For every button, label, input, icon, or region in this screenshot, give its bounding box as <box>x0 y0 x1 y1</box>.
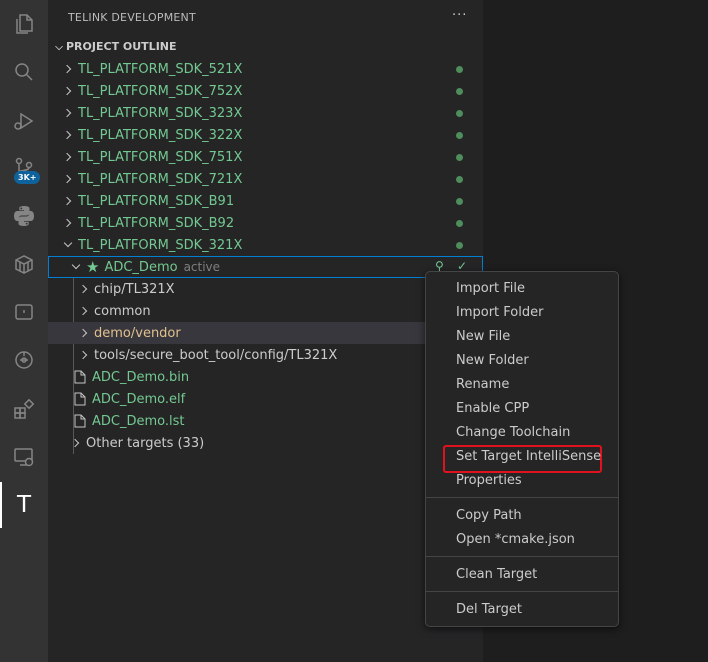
chevron-right-icon <box>78 305 90 317</box>
sidebar-title: TELINK DEVELOPMENT <box>68 11 196 24</box>
chevron-right-icon <box>78 327 90 339</box>
tree-item-folder[interactable]: demo/vendor <box>48 322 483 344</box>
chevron-right-icon <box>62 63 74 75</box>
menu-item-rename[interactable]: Rename <box>456 377 509 392</box>
tree-item-sdk[interactable]: TL_PLATFORM_SDK_322X <box>48 124 483 146</box>
tree-item-folder[interactable]: common <box>48 300 483 322</box>
status-dot <box>456 66 463 73</box>
tree-item-folder[interactable]: chip/TL321X <box>48 278 483 300</box>
menu-separator <box>426 497 618 498</box>
status-dot <box>456 88 463 95</box>
extensions-icon[interactable] <box>0 389 48 429</box>
remote-explorer-icon[interactable] <box>0 340 48 380</box>
tree-item-file[interactable]: ADC_Demo.lst <box>48 410 483 432</box>
chip-package-icon[interactable] <box>0 244 48 284</box>
file-icon <box>74 370 86 384</box>
chevron-down-icon: ⌵ <box>55 42 63 53</box>
chevron-down-icon <box>62 239 74 251</box>
status-dot <box>456 176 463 183</box>
tree-item-sdk[interactable]: TL_PLATFORM_SDK_321X <box>48 234 483 256</box>
chevron-right-icon <box>62 217 74 229</box>
chevron-right-icon <box>62 195 74 207</box>
tree-item-folder[interactable]: tools/secure_boot_tool/config/TL321X <box>48 344 483 366</box>
status-dot <box>456 220 463 227</box>
tree-item-sdk[interactable]: TL_PLATFORM_SDK_B92 <box>48 212 483 234</box>
status-dot <box>456 132 463 139</box>
tree-item-sdk[interactable]: TL_PLATFORM_SDK_751X <box>48 146 483 168</box>
search-icon[interactable] <box>0 52 48 92</box>
python-icon[interactable] <box>0 196 48 236</box>
telink-icon[interactable]: T <box>0 485 48 525</box>
tree-item-target[interactable]: ★ ADC_Demo active ⚲ ✓ <box>48 256 483 278</box>
menu-item-change-toolchain[interactable]: Change Toolchain <box>456 425 570 440</box>
tree-item-file[interactable]: ADC_Demo.elf <box>48 388 483 410</box>
menu-item-enable-cpp[interactable]: Enable CPP <box>456 401 529 416</box>
status-dot <box>456 110 463 117</box>
tree-item-sdk[interactable]: TL_PLATFORM_SDK_B91 <box>48 190 483 212</box>
chevron-right-icon <box>78 283 90 295</box>
file-icon <box>74 414 86 428</box>
context-menu: Import File Import Folder New File New F… <box>425 271 619 627</box>
tree-item-sdk[interactable]: TL_PLATFORM_SDK_521X <box>48 58 483 80</box>
menu-item-copy-path[interactable]: Copy Path <box>456 508 522 523</box>
menu-item-new-folder[interactable]: New Folder <box>456 353 529 368</box>
menu-item-del-target[interactable]: Del Target <box>456 602 522 617</box>
menu-item-new-file[interactable]: New File <box>456 329 510 344</box>
file-icon <box>74 392 86 406</box>
tree-item-file[interactable]: ADC_Demo.bin <box>48 366 483 388</box>
status-dot <box>456 242 463 249</box>
tree-item-sdk[interactable]: TL_PLATFORM_SDK_323X <box>48 102 483 124</box>
menu-item-import-folder[interactable]: Import Folder <box>456 305 543 320</box>
chevron-right-icon <box>62 129 74 141</box>
more-actions-icon[interactable]: ··· <box>452 8 467 23</box>
status-dot <box>456 198 463 205</box>
chevron-right-icon <box>62 85 74 97</box>
chevron-down-icon <box>70 261 82 273</box>
star-icon: ★ <box>86 258 100 276</box>
menu-item-clean-target[interactable]: Clean Target <box>456 567 537 582</box>
chevron-right-icon <box>70 437 82 449</box>
menu-item-import-file[interactable]: Import File <box>456 281 525 296</box>
run-debug-icon[interactable] <box>0 101 48 141</box>
device-icon[interactable] <box>0 292 48 332</box>
remote-window-icon[interactable] <box>0 437 48 477</box>
chevron-right-icon <box>62 107 74 119</box>
explorer-icon[interactable] <box>0 4 48 44</box>
section-header[interactable]: ⌵ PROJECT OUTLINE <box>52 40 176 53</box>
menu-separator <box>426 591 618 592</box>
sidebar: TELINK DEVELOPMENT ··· ⌵ PROJECT OUTLINE … <box>48 0 483 662</box>
menu-item-set-target-intellisense[interactable]: Set Target IntelliSense <box>456 449 601 464</box>
chevron-right-icon <box>78 349 90 361</box>
menu-item-properties[interactable]: Properties <box>456 473 522 488</box>
status-dot <box>456 154 463 161</box>
activity-bar: 3K+ T <box>0 0 48 662</box>
chevron-right-icon <box>62 151 74 163</box>
active-badge: active <box>183 260 221 274</box>
tree-item-other-targets[interactable]: Other targets (33) <box>48 432 483 454</box>
menu-separator <box>426 556 618 557</box>
source-control-badge: 3K+ <box>14 171 41 184</box>
chevron-right-icon <box>62 173 74 185</box>
menu-item-open-cmake-json[interactable]: Open *cmake.json <box>456 532 575 547</box>
tree-item-sdk[interactable]: TL_PLATFORM_SDK_721X <box>48 168 483 190</box>
tree-item-sdk[interactable]: TL_PLATFORM_SDK_752X <box>48 80 483 102</box>
